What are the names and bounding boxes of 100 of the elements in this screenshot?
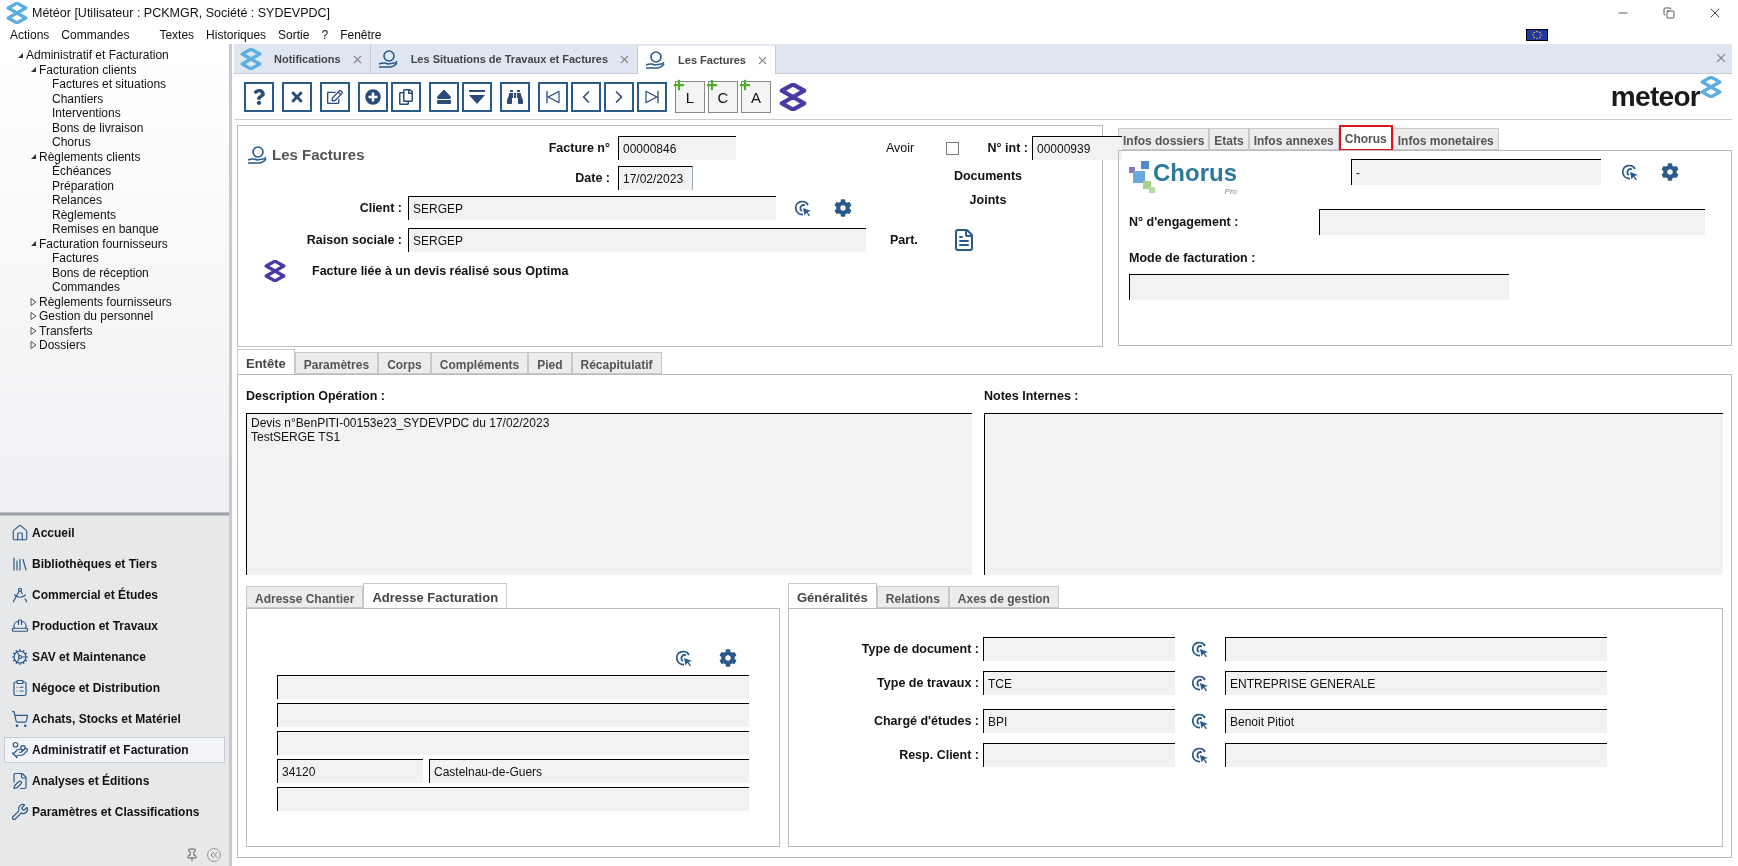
add-item-button[interactable]: C	[708, 80, 738, 113]
flag-icon	[1526, 29, 1548, 41]
down-button[interactable]	[462, 81, 492, 112]
restore-icon[interactable]	[1663, 7, 1675, 19]
first-button[interactable]	[538, 81, 568, 112]
down-arrow-icon	[469, 89, 485, 104]
settings-icon[interactable]	[1661, 163, 1679, 181]
description-field[interactable]: Devis n°BenPITI-00153e23_SYDEVPDC du 17/02/2023 TestSERGE TS1	[246, 413, 972, 575]
settings-icon[interactable]	[834, 199, 852, 217]
nav-item[interactable]: Achats, Stocks et Matériel	[4, 706, 225, 732]
input-field[interactable]	[1225, 637, 1607, 661]
nav-item[interactable]: Production et Travaux	[4, 613, 225, 639]
hand-coins-icon	[11, 741, 29, 759]
menu-item[interactable]: ?	[321, 26, 329, 44]
input-field[interactable]	[983, 743, 1175, 767]
tab[interactable]: Infos monetaires	[1392, 128, 1499, 150]
input-field[interactable]: 00000939	[1032, 136, 1122, 160]
tab[interactable]: Chorus	[1338, 125, 1393, 151]
tab[interactable]: Adresse Chantier	[246, 586, 364, 608]
tab[interactable]: Relations	[876, 586, 949, 608]
nav-item[interactable]: Analyses et Éditions	[4, 768, 225, 794]
cancel-button[interactable]	[282, 81, 312, 112]
add-button[interactable]	[358, 81, 388, 112]
nav-item[interactable]: Négoce et Distribution	[4, 675, 225, 701]
menu-item[interactable]: Actions	[10, 26, 50, 44]
pick-icon[interactable]	[675, 649, 693, 667]
nav-item[interactable]: Paramètres et Classifications	[4, 799, 225, 825]
input-field[interactable]	[277, 731, 749, 755]
menu-item[interactable]: Historiques	[206, 26, 267, 44]
binoculars-icon	[507, 88, 523, 105]
input-field[interactable]: 00000846	[618, 136, 736, 160]
input-field[interactable]	[1225, 743, 1607, 767]
tab[interactable]: Axes de gestion	[948, 586, 1059, 608]
tab[interactable]: Compléments	[430, 352, 529, 374]
field-label: Date :	[574, 169, 611, 187]
tab[interactable]: Entête	[237, 349, 295, 375]
pin-icon[interactable]	[185, 848, 199, 862]
input-field[interactable]	[277, 703, 749, 727]
menu-item[interactable]: Commandes	[61, 26, 130, 44]
collapsed-arrow-icon[interactable]	[27, 297, 39, 306]
nav-item[interactable]: Accueil	[4, 520, 225, 546]
tab[interactable]: Infos annexes	[1248, 128, 1339, 150]
input-field[interactable]: BPI	[983, 709, 1175, 733]
input-field[interactable]	[277, 675, 749, 699]
wrench-icon	[11, 803, 29, 821]
field-label: Resp. Client :	[898, 746, 980, 764]
checkbox[interactable]	[946, 141, 959, 155]
collapsed-arrow-icon[interactable]	[27, 341, 39, 350]
add-item-button[interactable]: A	[741, 80, 771, 113]
tab[interactable]: Récapitulatif	[571, 352, 662, 374]
tab[interactable]: Infos dossiers	[1118, 128, 1210, 150]
tab[interactable]: Etats	[1209, 128, 1249, 150]
input-field[interactable]: -	[1351, 159, 1601, 185]
nav-item[interactable]: Commercial et Études	[4, 582, 225, 608]
input-field[interactable]	[277, 787, 749, 811]
input-field[interactable]	[1129, 273, 1509, 300]
tab[interactable]: Adresse Facturation	[363, 583, 508, 609]
pick-icon[interactable]	[1191, 674, 1209, 692]
input-field[interactable]	[983, 637, 1175, 661]
add-item-button[interactable]: L	[675, 80, 705, 113]
copy-button[interactable]	[391, 81, 421, 112]
menu-item[interactable]: Sortie	[278, 26, 310, 44]
edit-button[interactable]	[320, 81, 350, 112]
input-field[interactable]: TCE	[983, 671, 1175, 695]
collapsed-arrow-icon[interactable]	[27, 326, 39, 335]
last-button[interactable]	[637, 81, 667, 112]
pick-icon[interactable]	[1191, 640, 1209, 658]
app-logo-icon	[6, 2, 28, 24]
input-field[interactable]: SERGEP	[408, 228, 866, 252]
input-field[interactable]: SERGEP	[408, 196, 776, 220]
tab[interactable]: Généralités	[788, 583, 877, 609]
up-button[interactable]	[429, 81, 459, 112]
input-field[interactable]: Benoit Pitiot	[1225, 709, 1607, 733]
pick-icon[interactable]	[1191, 746, 1209, 764]
input-field[interactable]	[1319, 209, 1705, 235]
menu-item[interactable]: Textes	[159, 26, 195, 44]
worker-icon	[11, 617, 29, 635]
next-button[interactable]	[604, 81, 634, 112]
notes-field[interactable]	[984, 413, 1723, 575]
input-field[interactable]: ENTREPRISE GENERALE	[1225, 671, 1607, 695]
pick-icon[interactable]	[1191, 712, 1209, 730]
menu-item[interactable]: Fenêtre	[340, 26, 382, 44]
pick-icon[interactable]	[1621, 163, 1639, 181]
tab[interactable]: Pied	[528, 352, 572, 374]
help-button[interactable]	[244, 81, 274, 112]
tab[interactable]: Corps	[378, 352, 431, 374]
collapsed-arrow-icon[interactable]	[27, 312, 39, 321]
pick-icon[interactable]	[794, 199, 812, 217]
input-field[interactable]: 17/02/2023	[618, 166, 693, 190]
document-tab[interactable]: Les Factures	[638, 46, 776, 74]
tree-item[interactable]: Règlements	[52, 205, 117, 224]
input-field[interactable]: Castelnau-de-Guers	[429, 759, 749, 783]
input-field[interactable]: 34120	[277, 759, 423, 783]
search-button[interactable]	[500, 81, 530, 112]
nav-item[interactable]: Administratif et Facturation	[4, 737, 225, 763]
nav-item[interactable]: Bibliothèques et Tiers	[4, 551, 225, 577]
settings-icon[interactable]	[719, 649, 737, 667]
previous-button[interactable]	[571, 81, 601, 112]
tab[interactable]: Paramètres	[294, 352, 379, 374]
nav-item[interactable]: SAV et Maintenance	[4, 644, 225, 670]
